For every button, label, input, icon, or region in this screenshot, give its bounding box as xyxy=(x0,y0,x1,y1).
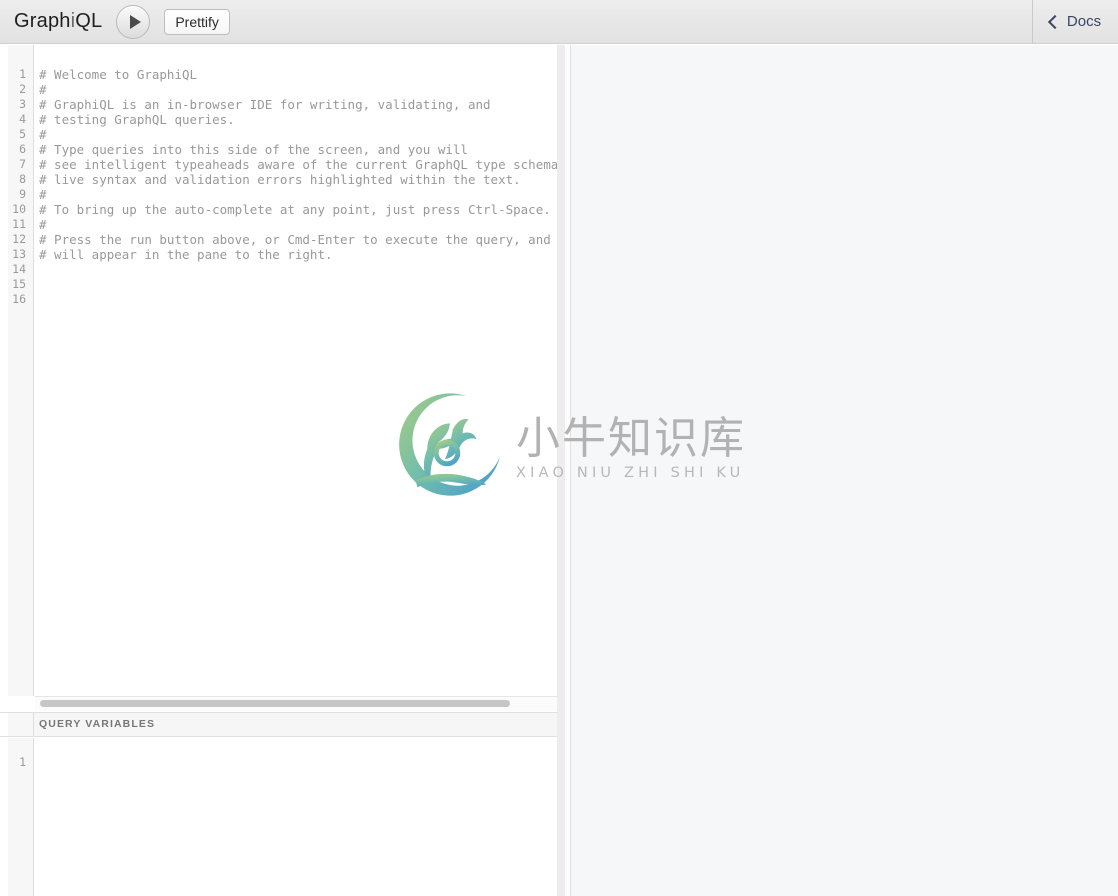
graphiql-app: GraphiQL Prettify Docs 1 # Welcome to Gra… xyxy=(0,0,1118,896)
chevron-left-icon xyxy=(1047,14,1062,29)
line-number: 15 xyxy=(12,277,26,291)
line-number: 11 xyxy=(12,217,26,231)
variables-code-row: 1 xyxy=(0,755,557,770)
code-line-text: # Type queries into this side of the scr… xyxy=(39,142,468,157)
query-code-row: 15 xyxy=(0,277,557,292)
query-editor-lines: 1 # Welcome to GraphiQL 2 #3 # GraphiQL is a… xyxy=(0,45,557,696)
query-code-row: 1 # Welcome to GraphiQL xyxy=(0,67,557,82)
query-code-row: 7 # see intelligent typeaheads aware of t… xyxy=(0,157,557,172)
code-line-text: # Press the run button above, or Cmd-Ent… xyxy=(39,232,551,247)
docs-button-label: Docs xyxy=(1066,13,1102,30)
line-number: 3 xyxy=(19,97,26,111)
query-editor-horizontal-scrollbar[interactable] xyxy=(35,696,557,711)
query-code-row: 3 # GraphiQL is an in-browser IDE for wri… xyxy=(0,97,557,112)
query-code-row: 8 # live syntax and validation errors hig… xyxy=(0,172,557,187)
code-line-text: # xyxy=(39,127,47,142)
query-code-row: 16 xyxy=(0,292,557,307)
line-number: 9 xyxy=(19,187,26,201)
code-line-text: # To bring up the auto-complete at any p… xyxy=(39,202,551,217)
line-number: 2 xyxy=(19,82,26,96)
app-title-suffix: QL xyxy=(75,10,103,32)
code-line-text: # GraphiQL is an in-browser IDE for writ… xyxy=(39,97,491,112)
app-title-prefix: Graph xyxy=(14,10,71,32)
query-code-row: 12 # Press the run button above, or Cmd-E… xyxy=(0,232,557,247)
query-code-row: 4 # testing GraphQL queries. xyxy=(0,112,557,127)
query-variables-header-gutter xyxy=(0,713,34,736)
code-line-text: # will appear in the pane to the right. xyxy=(39,247,333,262)
code-line-text: # xyxy=(39,217,47,232)
line-number: 14 xyxy=(12,262,26,276)
query-code-row: 9 # xyxy=(0,187,557,202)
prettify-button[interactable]: Prettify xyxy=(164,8,230,35)
line-number: 4 xyxy=(19,112,26,126)
code-line-text: # see intelligent typeaheads aware of th… xyxy=(39,157,557,172)
result-pane xyxy=(571,45,1118,896)
query-code-row: 5 # xyxy=(0,127,557,142)
line-number: 7 xyxy=(19,157,26,171)
line-number: 12 xyxy=(12,232,26,246)
editor-column: 1 # Welcome to GraphiQL 2 #3 # GraphiQL is a… xyxy=(0,45,557,896)
pane-drag-handle[interactable] xyxy=(557,45,571,896)
execute-query-button[interactable] xyxy=(116,4,151,39)
query-code-row: 14 xyxy=(0,262,557,277)
scrollbar-thumb[interactable] xyxy=(40,700,510,707)
code-line-text: # live syntax and validation errors high… xyxy=(39,172,521,187)
code-line-text: # testing GraphQL queries. xyxy=(39,112,235,127)
toolbar: GraphiQL Prettify Docs xyxy=(0,0,1118,44)
line-number: 6 xyxy=(19,142,26,156)
line-number: 1 xyxy=(19,755,26,769)
line-number: 1 xyxy=(19,67,26,81)
query-code-row: 13 # will appear in the pane to the right… xyxy=(0,247,557,262)
play-icon xyxy=(129,14,141,29)
query-variables-editor[interactable]: 1 xyxy=(0,738,557,896)
query-code-row: 2 # xyxy=(0,82,557,97)
line-number: 16 xyxy=(12,292,26,306)
variables-editor-lines: 1 xyxy=(0,738,557,896)
line-number: 5 xyxy=(19,127,26,141)
query-code-row: 6 # Type queries into this side of the sc… xyxy=(0,142,557,157)
code-line-text: # xyxy=(39,187,47,202)
toolbar-left-group: GraphiQL Prettify xyxy=(0,4,1032,39)
query-code-row: 11 # xyxy=(0,217,557,232)
code-line-text: # xyxy=(39,82,47,97)
query-variables-title: QUERY VARIABLES xyxy=(39,718,156,730)
prettify-button-label: Prettify xyxy=(175,13,219,30)
line-number: 13 xyxy=(12,247,26,261)
query-variables-header-pad xyxy=(0,713,8,736)
query-editor[interactable]: 1 # Welcome to GraphiQL 2 #3 # GraphiQL is a… xyxy=(0,45,557,696)
app-title: GraphiQL xyxy=(14,10,102,33)
query-code-row: 10 # To bring up the auto-complete at any… xyxy=(0,202,557,217)
line-number: 8 xyxy=(19,172,26,186)
code-line-text: # Welcome to GraphiQL xyxy=(39,67,198,82)
docs-toggle-button[interactable]: Docs xyxy=(1032,0,1118,44)
line-number: 10 xyxy=(12,202,26,216)
drag-handle-strip xyxy=(565,45,570,896)
query-variables-header[interactable]: QUERY VARIABLES xyxy=(0,712,557,737)
